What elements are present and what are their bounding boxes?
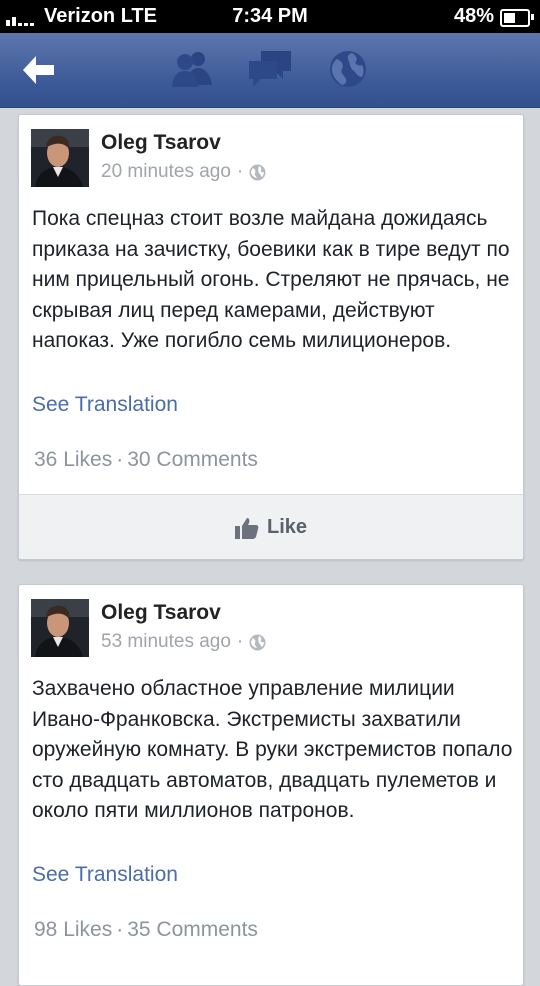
likes-count[interactable]: 36 Likes <box>34 448 112 471</box>
post-text: Пока спецназ стоит возле майдана дожидая… <box>32 207 510 352</box>
meta-separator: · <box>236 631 244 652</box>
stats-separator: · <box>116 448 124 471</box>
messages-icon[interactable] <box>247 47 293 91</box>
battery-percentage: 48% <box>453 5 494 27</box>
likes-count[interactable]: 98 Likes <box>34 918 112 941</box>
post-meta: 53 minutes ago · <box>101 631 266 653</box>
thumbs-up-icon <box>234 517 259 539</box>
public-globe-icon <box>249 634 266 650</box>
post-stats: 36 Likes · 30 Comments <box>34 448 258 472</box>
battery-icon <box>500 9 534 27</box>
feed-post: Oleg Tsarov 53 minutes ago · Захвачено о… <box>18 584 524 986</box>
post-text: Захвачено областное управление милиции И… <box>32 677 513 822</box>
post-timestamp[interactable]: 20 minutes ago <box>101 161 231 183</box>
post-author[interactable]: Oleg Tsarov <box>101 131 221 155</box>
see-translation-link[interactable]: See Translation <box>32 863 178 887</box>
post-action-bar: Like <box>19 494 523 559</box>
like-label: Like <box>266 516 308 538</box>
nav-bar <box>0 33 540 108</box>
battery-level <box>504 13 515 23</box>
meta-separator: · <box>236 161 244 182</box>
profile-photo-image <box>31 129 89 187</box>
status-bar: Verizon LTE 7:34 PM 48% <box>0 0 540 33</box>
see-translation-link[interactable]: See Translation <box>32 393 178 417</box>
post-timestamp[interactable]: 53 minutes ago <box>101 631 231 653</box>
globe-icon[interactable] <box>328 47 368 91</box>
avatar[interactable] <box>31 599 89 657</box>
post-meta: 20 minutes ago · <box>101 161 266 183</box>
post-stats: 98 Likes · 35 Comments <box>34 918 258 942</box>
public-globe-icon <box>249 164 266 180</box>
post-author[interactable]: Oleg Tsarov <box>101 601 221 625</box>
feed-post: Oleg Tsarov 20 minutes ago · Пока спецна… <box>18 114 524 560</box>
comments-count[interactable]: 30 Comments <box>127 448 258 471</box>
friends-icon[interactable] <box>170 47 214 91</box>
stats-separator: · <box>116 918 124 941</box>
back-arrow-icon[interactable] <box>20 53 56 87</box>
like-button[interactable]: Like <box>234 516 308 539</box>
profile-photo-image <box>31 599 89 657</box>
comments-count[interactable]: 35 Comments <box>127 918 258 941</box>
avatar[interactable] <box>31 129 89 187</box>
